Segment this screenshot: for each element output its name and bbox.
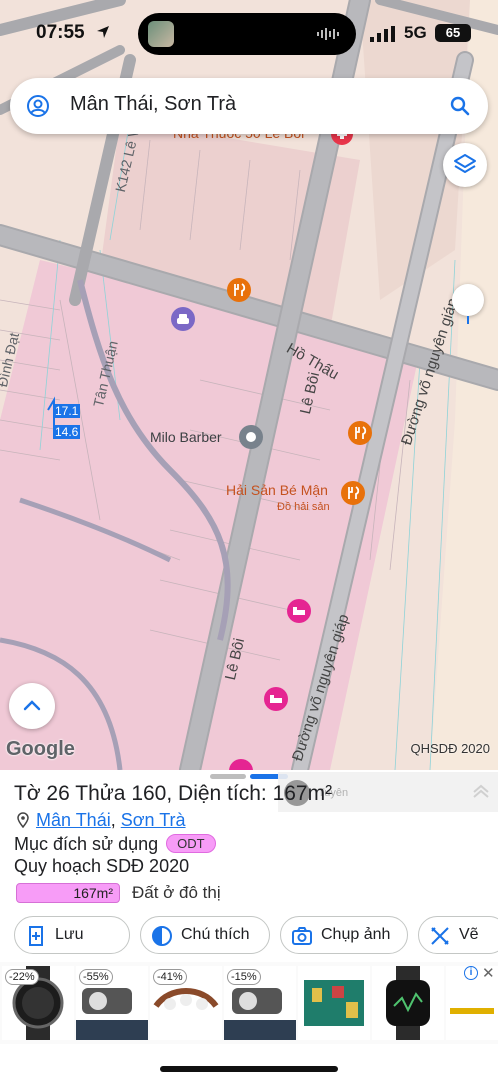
hotel-marker-icon[interactable] bbox=[263, 686, 289, 712]
seafood-marker-icon[interactable] bbox=[340, 480, 366, 506]
camera-icon bbox=[292, 927, 312, 945]
ad-product[interactable]: -55% bbox=[76, 966, 148, 1040]
slider-track bbox=[467, 316, 469, 324]
plan-title: Quy hoạch SDĐ 2020 bbox=[14, 856, 190, 876]
hotel-marker-icon[interactable] bbox=[286, 598, 312, 624]
account-icon[interactable] bbox=[26, 94, 50, 118]
dynamic-island bbox=[138, 13, 356, 55]
now-playing-thumbnail bbox=[148, 21, 174, 47]
ad-product[interactable] bbox=[298, 966, 370, 1040]
layer-label: QHSDĐ 2020 bbox=[410, 741, 490, 756]
contrast-icon bbox=[152, 926, 172, 946]
draw-label: Vẽ bbox=[459, 926, 479, 943]
discount-badge: -15% bbox=[227, 969, 261, 985]
expand-button[interactable] bbox=[9, 683, 55, 729]
layers-icon bbox=[454, 154, 476, 173]
road-width-label: 17.1 bbox=[53, 404, 81, 418]
audio-wave-icon bbox=[317, 28, 339, 40]
legend-button[interactable]: Chú thích bbox=[140, 916, 270, 954]
ruler-pencil-icon bbox=[431, 927, 449, 945]
discount-badge: -55% bbox=[79, 969, 113, 985]
ad-product[interactable]: -22% bbox=[2, 966, 74, 1040]
chevron-up-icon bbox=[23, 700, 41, 711]
place-marker-icon[interactable] bbox=[238, 424, 264, 450]
ad-info-icon[interactable]: i bbox=[464, 966, 478, 980]
parcel-title: Tờ 26 Thửa 160, Diện tích: 167m² bbox=[14, 782, 333, 805]
barber-label[interactable]: Milo Barber bbox=[150, 429, 222, 445]
legend-label: Chú thích bbox=[181, 926, 250, 943]
ad-product[interactable]: -41% bbox=[150, 966, 222, 1040]
search-input[interactable]: Mân Thái, Sơn Trà bbox=[70, 93, 236, 116]
draw-button[interactable]: Vẽ bbox=[418, 916, 498, 954]
photo-label: Chụp ảnh bbox=[321, 926, 391, 943]
photo-button[interactable]: Chụp ảnh bbox=[280, 916, 408, 954]
ad-product[interactable]: -15% bbox=[224, 966, 296, 1040]
location-pin-icon bbox=[17, 812, 29, 828]
road-width-label: 14.6 bbox=[53, 425, 81, 439]
status-time: 07:55 bbox=[36, 22, 85, 43]
seafood-sublabel: Đồ hải sản bbox=[277, 501, 330, 513]
purpose-label: Mục đích sử dụng bbox=[14, 834, 159, 854]
status-bar: 07:55 5G 65 bbox=[0, 0, 498, 66]
car-service-marker-icon[interactable] bbox=[170, 306, 196, 332]
search-bar[interactable]: Mân Thái, Sơn Trà bbox=[10, 78, 488, 134]
save-button[interactable]: Lưu bbox=[14, 916, 130, 954]
ward-link[interactable]: Mân Thái bbox=[36, 810, 111, 830]
ad-carousel: -22% -55% -41% -15% bbox=[0, 962, 498, 1044]
smartwatch-image bbox=[386, 966, 430, 1040]
restaurant-marker-icon[interactable] bbox=[347, 420, 373, 446]
close-icon[interactable]: ✕ bbox=[482, 964, 495, 982]
district-link[interactable]: Sơn Trà bbox=[121, 810, 186, 830]
ad-logo-icon bbox=[473, 784, 489, 798]
sheet-handle[interactable] bbox=[210, 774, 246, 779]
network-type: 5G bbox=[404, 23, 427, 42]
action-chips: Lưu Chú thích Chụp ảnh Vẽ bbox=[14, 916, 498, 956]
purpose-code-badge: ODT bbox=[166, 834, 216, 853]
discount-badge: -41% bbox=[153, 969, 187, 985]
add-bookmark-icon bbox=[29, 926, 43, 946]
discount-badge: -22% bbox=[5, 969, 39, 985]
land-use-purpose: Mục đích sử dụng ODT bbox=[14, 834, 216, 855]
hotel-marker-icon[interactable] bbox=[228, 758, 254, 770]
google-logo: Google bbox=[6, 738, 75, 760]
area-value-bar: 167m² bbox=[16, 883, 120, 903]
address: Mân Thái, Sơn Trà bbox=[16, 810, 186, 831]
ad-product[interactable] bbox=[372, 966, 444, 1040]
circuit-board-image bbox=[304, 980, 364, 1026]
battery-icon: 65 bbox=[435, 24, 471, 42]
area-type-label: Đất ở đô thị bbox=[132, 883, 221, 902]
seafood-label[interactable]: Hải Sản Bé Mận bbox=[226, 482, 328, 498]
location-arrow-icon bbox=[97, 26, 109, 38]
search-icon[interactable] bbox=[448, 94, 472, 118]
parcel-info-sheet: Tờ 26 Thửa 160, Diện tích: 167m² Tuyên M… bbox=[0, 770, 498, 1080]
home-indicator bbox=[160, 1066, 338, 1072]
save-label: Lưu bbox=[55, 926, 84, 943]
layers-button[interactable] bbox=[443, 143, 487, 187]
opacity-slider-handle[interactable] bbox=[452, 284, 484, 316]
restaurant-marker-icon[interactable] bbox=[226, 277, 252, 303]
cellular-signal-icon bbox=[370, 26, 395, 42]
